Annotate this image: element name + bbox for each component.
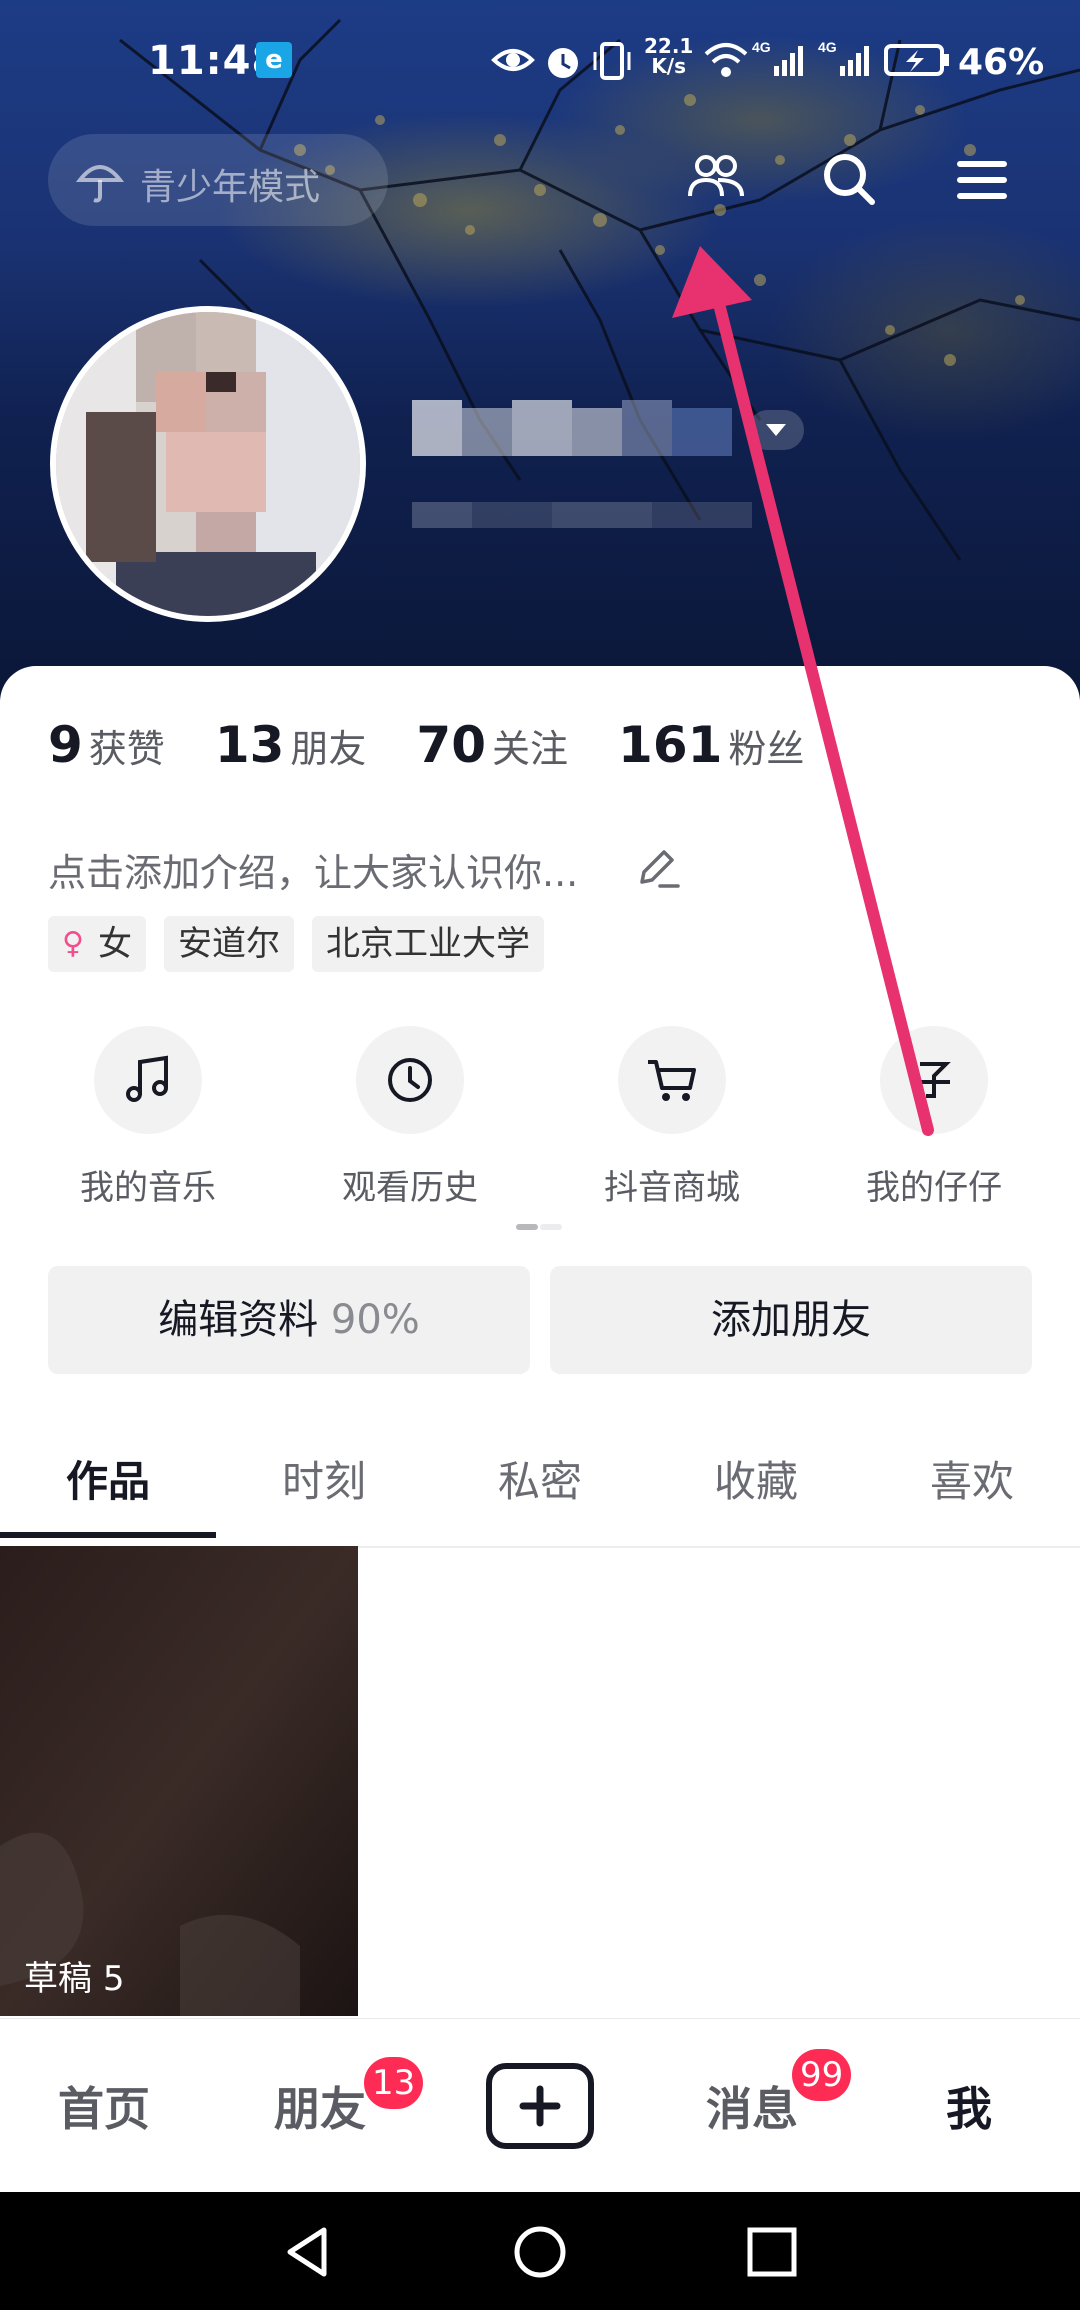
draft-tile[interactable]: 草稿 5 <box>0 1546 358 2016</box>
shortcut-my-zaizai[interactable]: 我的仔仔 <box>834 1026 1034 1209</box>
content-tabs: 作品 时刻 私密 收藏 喜欢 <box>0 1426 1080 1548</box>
friends-badge: 13 <box>364 2057 424 2109</box>
signal-icon-1: 4G <box>752 40 803 76</box>
user-id-blurred <box>412 502 752 528</box>
friends-icon <box>688 155 744 197</box>
draft-thumbnail <box>0 1546 358 2016</box>
nav-friends[interactable]: 朋友 <box>274 2073 366 2139</box>
recents-square-icon[interactable] <box>744 2224 800 2280</box>
system-nav-bar <box>0 2192 1080 2310</box>
profile-cover[interactable]: 11:48 e 22.1 K/s 4G 4G 46% 青少年模式 <box>0 0 1080 700</box>
stat-friends[interactable]: 13 朋友 <box>215 716 367 774</box>
stat-likes[interactable]: 9 获赞 <box>48 716 165 774</box>
messages-badge: 99 <box>792 2049 852 2101</box>
status-bar: 11:48 e 22.1 K/s 4G 4G 46% <box>0 30 1080 94</box>
bio-text[interactable]: 点击添加介绍，让大家认识你... <box>48 842 578 897</box>
net-speed: 22.1 K/s <box>644 34 694 78</box>
signal-icon-2: 4G <box>818 40 869 76</box>
location-tag[interactable]: 安道尔 <box>163 916 294 972</box>
gender-tag[interactable]: ♀ 女 <box>48 916 146 972</box>
menu-button[interactable] <box>950 148 1014 212</box>
profile-stats: 9 获赞 13 朋友 70 关注 161 粉丝 <box>48 716 854 776</box>
nav-me[interactable]: 我 <box>946 2073 992 2139</box>
umbrella-icon <box>76 165 124 203</box>
edit-pencil-icon[interactable] <box>634 844 682 892</box>
battery-percent: 46% <box>958 42 1045 83</box>
teen-mode-button[interactable]: 青少年模式 <box>48 134 388 226</box>
home-circle-icon[interactable] <box>512 2224 568 2280</box>
draft-label: 草稿 5 <box>24 1959 125 1999</box>
svg-text:4G: 4G <box>818 40 837 55</box>
vibrate-icon <box>593 42 631 80</box>
friends-button[interactable] <box>684 148 748 212</box>
stat-followers[interactable]: 161 粉丝 <box>618 716 804 774</box>
avatar[interactable] <box>50 306 366 622</box>
shortcut-douyin-mall[interactable]: 抖音商城 <box>572 1026 772 1209</box>
music-note-icon <box>126 1055 168 1102</box>
search-icon <box>824 154 875 205</box>
shortcut-row: 我的音乐 观看历史 抖音商城 我的仔仔 <box>0 1026 1080 1226</box>
account-switch-button[interactable] <box>748 410 804 450</box>
plus-icon <box>519 2085 561 2127</box>
nav-home[interactable]: 首页 <box>58 2073 150 2139</box>
clock-icon <box>388 1058 432 1102</box>
profile-tags: ♀ 女 安道尔 北京工业大学 <box>48 916 562 972</box>
school-tag[interactable]: 北京工业大学 <box>311 916 544 972</box>
zaizai-icon <box>918 1062 951 1098</box>
app-notification-icon: e <box>256 42 292 78</box>
svg-text:4G: 4G <box>752 40 771 55</box>
cart-icon <box>648 1060 696 1101</box>
shortcut-watch-history[interactable]: 观看历史 <box>310 1026 510 1209</box>
search-button[interactable] <box>818 148 882 212</box>
alarm-icon <box>548 48 578 78</box>
tab-moments[interactable]: 时刻 <box>216 1426 432 1544</box>
female-icon: ♀ <box>62 926 84 961</box>
tab-favorites[interactable]: 收藏 <box>648 1426 864 1544</box>
tab-private[interactable]: 私密 <box>432 1426 648 1544</box>
battery-icon <box>884 44 949 76</box>
chevron-down-icon <box>766 424 786 436</box>
menu-icon <box>957 161 1007 199</box>
tab-works[interactable]: 作品 <box>0 1426 216 1544</box>
stat-following[interactable]: 70 关注 <box>416 716 568 774</box>
avatar-image <box>56 312 360 616</box>
shortcut-page-indicator <box>516 1224 562 1230</box>
edit-profile-button[interactable]: 编辑资料 90% <box>48 1266 530 1374</box>
active-tab-indicator <box>0 1532 216 1538</box>
teen-mode-label: 青少年模式 <box>140 167 321 208</box>
wifi-icon <box>704 43 748 77</box>
bottom-nav: 首页 朋友 13 消息 99 我 <box>0 2018 1080 2193</box>
create-post-button[interactable] <box>486 2063 594 2149</box>
shortcut-my-music[interactable]: 我的音乐 <box>48 1026 248 1209</box>
tab-likes[interactable]: 喜欢 <box>864 1426 1080 1544</box>
nav-messages[interactable]: 消息 <box>706 2073 798 2139</box>
add-friends-button[interactable]: 添加朋友 <box>550 1266 1032 1374</box>
back-icon[interactable] <box>280 2224 336 2280</box>
eye-icon <box>491 49 535 71</box>
